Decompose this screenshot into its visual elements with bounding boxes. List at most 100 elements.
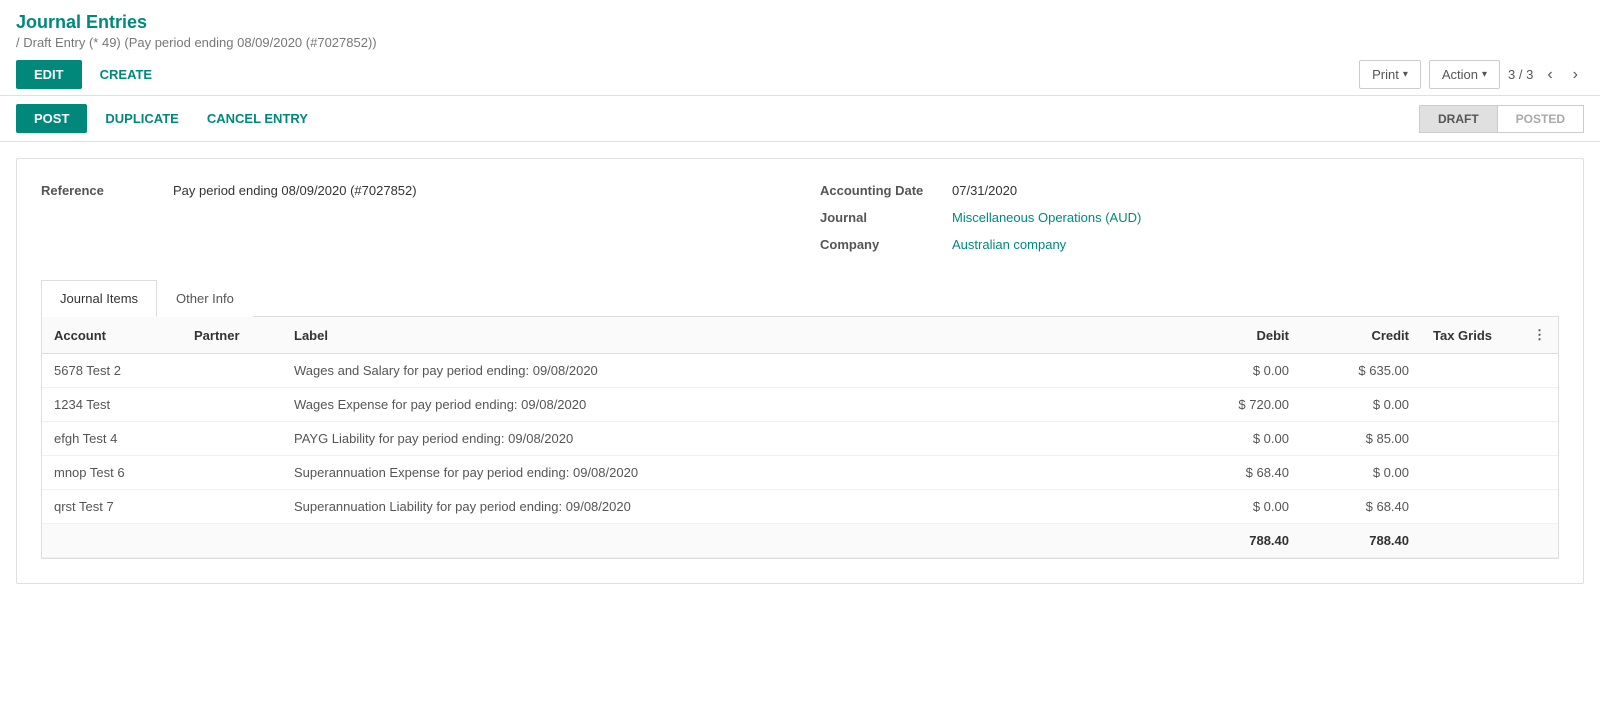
cell-label: Superannuation Liability for pay period … <box>282 490 1181 524</box>
table-row[interactable]: 1234 Test Wages Expense for pay period e… <box>42 388 1558 422</box>
print-caret-icon: ▾ <box>1403 69 1408 80</box>
table-row[interactable]: qrst Test 7 Superannuation Liability for… <box>42 490 1558 524</box>
pagination-text: 3 / 3 <box>1508 67 1533 82</box>
reference-label: Reference <box>41 183 161 198</box>
journal-field-group: Journal Miscellaneous Operations (AUD) <box>820 210 1559 225</box>
totals-empty-options <box>1521 524 1558 558</box>
col-header-options[interactable]: ⋮ <box>1521 317 1558 354</box>
accounting-date-field-group: Accounting Date 07/31/2020 <box>820 183 1559 198</box>
company-label: Company <box>820 237 940 252</box>
cell-taxgrids <box>1421 456 1521 490</box>
company-value[interactable]: Australian company <box>952 237 1066 252</box>
totals-empty-account <box>42 524 182 558</box>
cell-options <box>1521 354 1558 388</box>
cell-taxgrids <box>1421 388 1521 422</box>
cell-account: 1234 Test <box>42 388 182 422</box>
cell-account: mnop Test 6 <box>42 456 182 490</box>
create-button[interactable]: CREATE <box>90 60 162 89</box>
cell-taxgrids <box>1421 422 1521 456</box>
totals-empty-label <box>282 524 1181 558</box>
form-left: Reference Pay period ending 08/09/2020 (… <box>41 183 780 264</box>
content-area: Reference Pay period ending 08/09/2020 (… <box>16 158 1584 584</box>
reference-value: Pay period ending 08/09/2020 (#7027852) <box>173 183 417 198</box>
cancel-entry-button[interactable]: CANCEL ENTRY <box>197 104 318 133</box>
cell-credit: $ 635.00 <box>1301 354 1421 388</box>
page-title: Journal Entries <box>16 12 1584 33</box>
col-header-label: Label <box>282 317 1181 354</box>
journal-items-table-wrapper: Account Partner Label Debit Credit <box>41 317 1559 559</box>
cell-taxgrids <box>1421 354 1521 388</box>
col-header-taxgrids: Tax Grids <box>1421 317 1521 354</box>
totals-empty-taxgrids <box>1421 524 1521 558</box>
cell-options <box>1521 456 1558 490</box>
accounting-date-label: Accounting Date <box>820 183 940 198</box>
edit-button[interactable]: EDIT <box>16 60 82 89</box>
cell-partner <box>182 456 282 490</box>
top-toolbar: EDIT CREATE Print ▾ Action ▾ 3 / 3 ‹ › <box>0 54 1600 96</box>
cell-options <box>1521 388 1558 422</box>
prev-page-button[interactable]: ‹ <box>1541 64 1558 86</box>
form-row: Reference Pay period ending 08/09/2020 (… <box>41 183 1559 264</box>
next-page-button[interactable]: › <box>1567 64 1584 86</box>
table-row[interactable]: 5678 Test 2 Wages and Salary for pay per… <box>42 354 1558 388</box>
col-header-credit: Credit <box>1301 317 1421 354</box>
action-toolbar: POST DUPLICATE CANCEL ENTRY DRAFT POSTED <box>0 96 1600 142</box>
totals-debit: 788.40 <box>1181 524 1301 558</box>
cell-account: efgh Test 4 <box>42 422 182 456</box>
cell-label: Wages Expense for pay period ending: 09/… <box>282 388 1181 422</box>
tab-other-info[interactable]: Other Info <box>157 280 253 317</box>
status-draft-badge[interactable]: DRAFT <box>1419 105 1497 133</box>
cell-partner <box>182 490 282 524</box>
cell-label: Superannuation Expense for pay period en… <box>282 456 1181 490</box>
breadcrumb-subtitle: / Draft Entry (* 49) (Pay period ending … <box>16 35 1584 50</box>
col-header-partner: Partner <box>182 317 282 354</box>
reference-field-group: Reference Pay period ending 08/09/2020 (… <box>41 183 780 198</box>
table-row[interactable]: mnop Test 6 Superannuation Expense for p… <box>42 456 1558 490</box>
journal-items-table: Account Partner Label Debit Credit <box>42 317 1558 558</box>
company-field-group: Company Australian company <box>820 237 1559 252</box>
totals-credit: 788.40 <box>1301 524 1421 558</box>
cell-debit: $ 0.00 <box>1181 490 1301 524</box>
totals-row: 788.40 788.40 <box>42 524 1558 558</box>
post-button[interactable]: POST <box>16 104 87 133</box>
cell-credit: $ 0.00 <box>1301 388 1421 422</box>
tab-journal-items[interactable]: Journal Items <box>41 280 157 317</box>
cell-label: Wages and Salary for pay period ending: … <box>282 354 1181 388</box>
journal-label: Journal <box>820 210 940 225</box>
cell-partner <box>182 388 282 422</box>
action-button[interactable]: Action ▾ <box>1429 60 1500 89</box>
print-button[interactable]: Print ▾ <box>1359 60 1421 89</box>
cell-partner <box>182 354 282 388</box>
cell-label: PAYG Liability for pay period ending: 09… <box>282 422 1181 456</box>
duplicate-button[interactable]: DUPLICATE <box>95 104 188 133</box>
cell-credit: $ 68.40 <box>1301 490 1421 524</box>
form-right: Accounting Date 07/31/2020 Journal Misce… <box>820 183 1559 264</box>
journal-value[interactable]: Miscellaneous Operations (AUD) <box>952 210 1141 225</box>
cell-account: qrst Test 7 <box>42 490 182 524</box>
cell-account: 5678 Test 2 <box>42 354 182 388</box>
action-label: Action <box>1442 67 1478 82</box>
status-posted-badge[interactable]: POSTED <box>1497 105 1584 133</box>
cell-debit: $ 0.00 <box>1181 354 1301 388</box>
cell-options <box>1521 490 1558 524</box>
cell-options <box>1521 422 1558 456</box>
cell-debit: $ 720.00 <box>1181 388 1301 422</box>
print-label: Print <box>1372 67 1399 82</box>
pagination: 3 / 3 ‹ › <box>1508 64 1584 86</box>
col-header-account: Account <box>42 317 182 354</box>
table-row[interactable]: efgh Test 4 PAYG Liability for pay perio… <box>42 422 1558 456</box>
cell-credit: $ 0.00 <box>1301 456 1421 490</box>
cell-credit: $ 85.00 <box>1301 422 1421 456</box>
page-wrapper: Journal Entries / Draft Entry (* 49) (Pa… <box>0 0 1600 717</box>
totals-empty-partner <box>182 524 282 558</box>
action-caret-icon: ▾ <box>1482 69 1487 80</box>
table-header-row: Account Partner Label Debit Credit <box>42 317 1558 354</box>
accounting-date-value: 07/31/2020 <box>952 183 1017 198</box>
cell-debit: $ 68.40 <box>1181 456 1301 490</box>
tabs: Journal Items Other Info <box>41 280 1559 317</box>
status-area: DRAFT POSTED <box>1419 105 1584 133</box>
cell-taxgrids <box>1421 490 1521 524</box>
breadcrumb-area: Journal Entries / Draft Entry (* 49) (Pa… <box>0 0 1600 54</box>
cell-partner <box>182 422 282 456</box>
col-header-debit: Debit <box>1181 317 1301 354</box>
